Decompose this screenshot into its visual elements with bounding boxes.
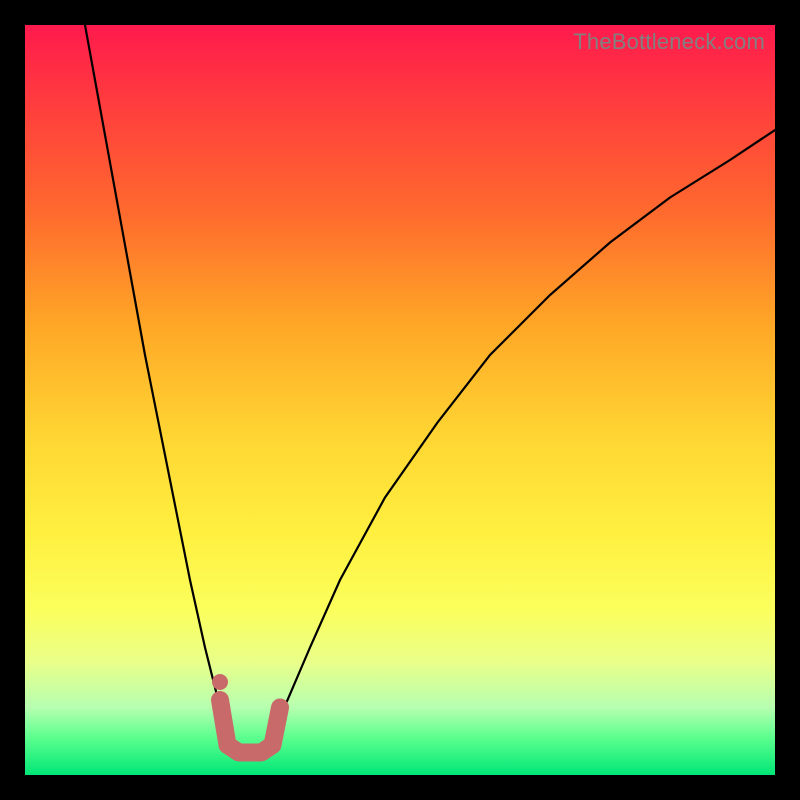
chart-plot-area: TheBottleneck.com	[25, 25, 775, 775]
optimal-zone-band	[220, 700, 280, 753]
optimal-zone-dot	[212, 674, 228, 690]
optimal-zone-markers	[212, 674, 280, 753]
bottleneck-curve	[85, 25, 775, 753]
chart-svg	[25, 25, 775, 775]
